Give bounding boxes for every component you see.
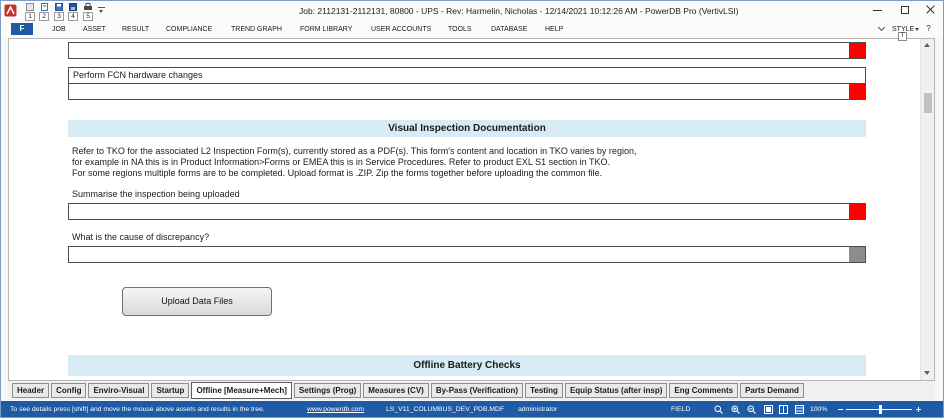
discrepancy-field xyxy=(68,246,866,263)
menu-help[interactable]: HELP xyxy=(545,25,563,34)
tab-offline-measure-mech[interactable]: Offline [Measure+Mech] xyxy=(191,382,292,399)
powerdb-logo-icon[interactable] xyxy=(4,4,17,17)
help-icon[interactable]: ? xyxy=(924,24,933,34)
tab-startup[interactable]: Startup xyxy=(151,383,190,398)
window-title: Job: 2112131-2112131, 80800 - UPS - Rev:… xyxy=(299,6,739,16)
status-indicator xyxy=(849,247,865,262)
normal-view-icon[interactable] xyxy=(764,405,773,414)
tab-enviro-visual[interactable]: Enviro-Visual xyxy=(88,383,150,398)
menu-user-accounts[interactable]: USER ACCOUNTS xyxy=(371,25,431,34)
instruction-line: Refer to TKO for the associated L2 Inspe… xyxy=(72,146,637,156)
instruction-line: For some regions multiple forms are to b… xyxy=(72,168,603,178)
section-tabs: Header Config Enviro-Visual Startup Offl… xyxy=(8,381,935,400)
top-field xyxy=(68,42,866,59)
menu-form-library[interactable]: FORM LIBRARY xyxy=(300,25,352,34)
customize-quick-access-icon[interactable] xyxy=(98,7,105,15)
quick-access-key: 4 xyxy=(68,12,78,21)
summary-label: Summarise the inspection being uploaded xyxy=(72,189,240,199)
open-icon xyxy=(41,3,48,11)
print-icon xyxy=(84,3,92,10)
zoom-level: 100% xyxy=(810,406,828,413)
scroll-down-icon[interactable] xyxy=(924,371,930,375)
style-keytip: T xyxy=(898,32,907,41)
file-button[interactable]: F xyxy=(11,23,33,35)
zoom-slider-thumb[interactable] xyxy=(879,405,882,414)
discrepancy-label: What is the cause of discrepancy? xyxy=(72,232,210,242)
tab-config[interactable]: Config xyxy=(51,383,87,398)
menu-asset[interactable]: ASSET xyxy=(83,25,106,34)
required-indicator xyxy=(849,204,865,219)
quick-access-key: 1 xyxy=(25,12,35,21)
caret-down-icon[interactable] xyxy=(915,28,919,31)
tab-bypass-verification[interactable]: By-Pass (Verification) xyxy=(430,383,524,398)
website-link[interactable]: www.powerdb.com xyxy=(307,406,364,414)
save-all-icon xyxy=(69,3,77,11)
quick-access-key: 2 xyxy=(39,12,49,21)
zoom-in-icon[interactable] xyxy=(731,405,740,414)
full-view-icon[interactable] xyxy=(795,405,804,414)
tab-settings-prog[interactable]: Settings (Prog) xyxy=(293,383,362,398)
top-field-input[interactable] xyxy=(69,43,850,58)
layout-view-icon[interactable] xyxy=(779,405,788,414)
zoom-minus-icon[interactable] xyxy=(838,409,843,410)
zoom-out-icon[interactable] xyxy=(747,405,756,414)
scroll-thumb[interactable] xyxy=(924,93,932,113)
maximize-icon[interactable] xyxy=(898,4,912,16)
tab-parts-demand[interactable]: Parts Demand xyxy=(740,383,804,398)
zoom-plus-icon[interactable] xyxy=(916,407,921,412)
upload-data-files-button[interactable]: Upload Data Files xyxy=(122,287,272,316)
fcn-changes-label: Perform FCN hardware changes xyxy=(68,67,866,84)
summary-input[interactable] xyxy=(69,204,850,219)
menu-job[interactable]: JOB xyxy=(52,25,66,34)
quick-access-key: 3 xyxy=(54,12,64,21)
tab-header[interactable]: Header xyxy=(12,383,50,398)
zoom-fit-icon[interactable] xyxy=(714,405,723,414)
quick-access-save-all[interactable]: 4 xyxy=(67,2,79,21)
required-indicator xyxy=(849,43,865,58)
menu-tools[interactable]: TOOLS xyxy=(448,25,472,34)
tab-eng-comments[interactable]: Eng Comments xyxy=(669,383,739,398)
status-bar: To see details press [shift] and move th… xyxy=(0,401,944,418)
quick-access-new[interactable]: 1 xyxy=(24,2,36,21)
tab-testing[interactable]: Testing xyxy=(525,383,563,398)
quick-access-print[interactable]: 5 xyxy=(82,2,94,21)
menu-trend-graph[interactable]: TREND GRAPH xyxy=(231,25,282,34)
required-indicator xyxy=(849,84,865,99)
save-icon xyxy=(55,3,63,11)
chevron-down-icon[interactable] xyxy=(877,23,886,32)
database-name: LS_V11_COLUMBUS_DEV_PDB.MDF xyxy=(386,406,505,413)
minimize-icon[interactable] xyxy=(871,4,885,16)
form-pane: Perform FCN hardware changes Visual Insp… xyxy=(8,38,935,381)
quick-access-open[interactable]: 2 xyxy=(38,2,50,21)
menu-database[interactable]: DATABASE xyxy=(491,25,527,34)
current-user: administrator xyxy=(518,406,558,413)
fcn-changes-input[interactable] xyxy=(69,84,850,99)
mode-indicator: FIELD xyxy=(671,406,691,413)
fcn-changes-field xyxy=(68,83,866,100)
quick-access-save[interactable]: 3 xyxy=(53,2,65,21)
new-icon xyxy=(26,3,34,11)
tab-equip-status[interactable]: Equip Status (after insp) xyxy=(564,383,668,398)
menu-compliance[interactable]: COMPLIANCE xyxy=(166,25,212,34)
title-bar: 1 2 3 4 5 Job: 2112131-2112131, 80800 - … xyxy=(0,0,944,21)
visual-inspection-header: Visual Inspection Documentation xyxy=(68,120,866,137)
vertical-scrollbar[interactable] xyxy=(920,39,934,380)
menu-result[interactable]: RESULT xyxy=(122,25,149,34)
discrepancy-input[interactable] xyxy=(69,247,850,262)
scroll-up-icon[interactable] xyxy=(924,43,930,47)
summary-field xyxy=(68,203,866,220)
status-hint: To see details press [shift] and move th… xyxy=(10,406,265,413)
close-icon[interactable] xyxy=(924,4,938,16)
offline-battery-header: Offline Battery Checks xyxy=(68,355,866,376)
tab-measures-cv[interactable]: Measures (CV) xyxy=(363,383,429,398)
quick-access-key: 5 xyxy=(83,12,93,21)
instruction-line: for example in NA this is in Product Inf… xyxy=(72,157,610,167)
